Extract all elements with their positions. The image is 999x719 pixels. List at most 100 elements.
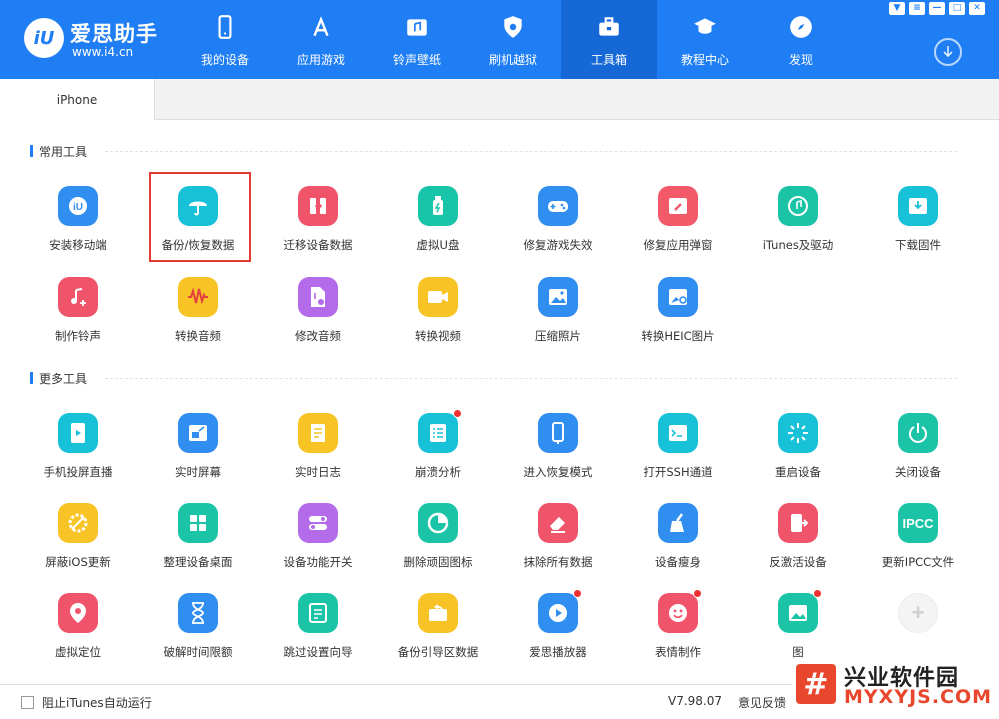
emoji-face-icon: [658, 589, 702, 633]
download-box-icon: [898, 186, 938, 226]
watermark-url: MYXYJS.COM: [844, 686, 993, 708]
tool-label: 表情制作: [655, 645, 701, 659]
close-button[interactable]: ✕: [969, 2, 985, 15]
skin-button[interactable]: ▼: [889, 2, 905, 15]
tool-gamepad[interactable]: 修复游戏失效: [508, 186, 608, 266]
tool-transfer[interactable]: 迁移设备数据: [268, 186, 368, 266]
icon-text: +: [911, 600, 925, 625]
nav-item-5[interactable]: 教程中心: [657, 0, 753, 79]
toggle-switch-icon: [298, 503, 338, 543]
tool-label: 跳过设置向导: [283, 645, 353, 659]
tool-usb-drive[interactable]: 虚拟U盘: [388, 186, 488, 266]
tool-photo[interactable]: 压缩照片: [508, 277, 608, 357]
section-bar: [30, 372, 33, 384]
tool-label: 转换视频: [415, 329, 461, 343]
nav-item-6[interactable]: 发现: [753, 0, 849, 79]
tool-waveform[interactable]: 转换音频: [148, 277, 248, 357]
tool-power[interactable]: 关闭设备: [868, 413, 968, 493]
tool-label: 虚拟定位: [55, 645, 101, 659]
broom-icon: [658, 503, 698, 543]
nav-label: 我的设备: [200, 53, 249, 67]
menu-button[interactable]: ≡: [909, 2, 925, 15]
tool-emoji-face[interactable]: 表情制作: [628, 589, 728, 673]
nav-label: 铃声壁纸: [392, 53, 441, 67]
tool-audio-file-gear[interactable]: 修改音频: [268, 277, 368, 357]
tool-skip-wizard[interactable]: 跳过设置向导: [268, 593, 368, 673]
svg-text:iU: iU: [73, 202, 83, 213]
deactivate-phone-icon: [778, 503, 818, 543]
section-common-title: 常用工具: [39, 144, 88, 159]
tool-label: 转换音频: [175, 329, 221, 343]
tool-play-button[interactable]: 爱思播放器: [508, 589, 608, 673]
tool-music-note-plus[interactable]: 制作铃声: [28, 277, 128, 357]
tool-label: 迁移设备数据: [283, 238, 353, 252]
tool-itunes[interactable]: iTunes及驱动: [748, 186, 848, 266]
tool-crash-report[interactable]: 崩溃分析: [388, 409, 488, 493]
tool-label: 转换HEIC图片: [641, 329, 715, 343]
usb-drive-icon: [418, 186, 458, 226]
tool-block-update-gear[interactable]: 屏蔽iOS更新: [28, 503, 128, 583]
tool-label: 备份引导区数据: [397, 645, 479, 659]
device-tab-bar: iPhone: [0, 79, 999, 120]
tool-label: 更新IPCC文件: [881, 555, 955, 569]
tool-label: 修改音频: [295, 329, 341, 343]
nav-item-3[interactable]: 刷机越狱: [465, 0, 561, 79]
maximize-button[interactable]: □: [949, 2, 965, 15]
tool-grid-apps[interactable]: 整理设备桌面: [148, 503, 248, 583]
tool-toggle-switch[interactable]: 设备功能开关: [268, 503, 368, 583]
tool-ipcc[interactable]: IPCC 更新IPCC文件: [868, 503, 968, 583]
tool-recovery-phone[interactable]: 进入恢复模式: [508, 413, 608, 493]
tool-i4-logo[interactable]: iU 安装移动端: [28, 186, 128, 266]
tool-label: 设备功能开关: [283, 555, 353, 569]
grid-apps-icon: [178, 503, 218, 543]
section-bar: [30, 145, 33, 157]
audio-file-gear-icon: [298, 277, 338, 317]
nav-label: 教程中心: [680, 53, 729, 67]
tool-label: 下载固件: [895, 238, 941, 252]
tool-label: 抹除所有数据: [523, 555, 593, 569]
minimize-button[interactable]: —: [929, 2, 945, 15]
add-plus-icon: +: [898, 593, 938, 633]
tab-iphone[interactable]: iPhone: [0, 79, 155, 120]
nav-item-4[interactable]: 工具箱: [561, 0, 657, 79]
wrench-window-icon: [658, 186, 698, 226]
tool-label: 崩溃分析: [415, 465, 461, 479]
tool-log-document[interactable]: 实时日志: [268, 413, 368, 493]
download-manager-icon[interactable]: [934, 38, 962, 66]
tool-screen-cast[interactable]: 手机投屏直播: [28, 413, 128, 493]
location-pin-icon: [58, 593, 98, 633]
tool-download-box[interactable]: 下载固件: [868, 186, 968, 266]
window-controls: ▼ ≡ — □ ✕: [889, 2, 985, 15]
tool-label: 虚拟U盘: [416, 238, 460, 252]
tool-live-screen[interactable]: 实时屏幕: [148, 413, 248, 493]
tool-label: 实时日志: [295, 465, 341, 479]
new-badge: [573, 589, 582, 598]
nav-item-1[interactable]: 应用游戏: [273, 0, 369, 79]
block-itunes-checkbox[interactable]: [21, 696, 34, 709]
tool-restart-spark[interactable]: 重启设备: [748, 413, 848, 493]
tool-boot-backup[interactable]: 备份引导区数据: [388, 593, 488, 673]
pie-clock-icon: [418, 503, 458, 543]
logo-url: www.i4.cn: [72, 45, 134, 59]
tool-wrench-window[interactable]: 修复应用弹窗: [628, 186, 728, 266]
live-screen-icon: [178, 413, 218, 453]
tool-location-pin[interactable]: 虚拟定位: [28, 593, 128, 673]
tool-hourglass[interactable]: 破解时间限额: [148, 593, 248, 673]
tool-pie-clock[interactable]: 删除顽固图标: [388, 503, 488, 583]
tool-video-camera[interactable]: 转换视频: [388, 277, 488, 357]
tool-terminal[interactable]: 打开SSH通道: [628, 413, 728, 493]
tool-photo-convert[interactable]: 转换HEIC图片: [628, 277, 728, 357]
tool-deactivate-phone[interactable]: 反激活设备: [748, 503, 848, 583]
feedback-link[interactable]: 意见反馈: [738, 694, 786, 711]
tool-eraser[interactable]: 抹除所有数据: [508, 503, 608, 583]
main-nav: 我的设备 应用游戏 铃声壁纸 刷机越狱 工具箱 教程中心 发现: [177, 0, 849, 79]
nav-item-2[interactable]: 铃声壁纸: [369, 0, 465, 79]
new-badge: [813, 589, 822, 598]
section-common-tools: 常用工具: [30, 143, 87, 159]
nav-item-0[interactable]: 我的设备: [177, 0, 273, 79]
tool-broom[interactable]: 设备瘦身: [628, 503, 728, 583]
logo-name: 爱思助手: [70, 22, 158, 46]
block-itunes-label[interactable]: 阻止iTunes自动运行: [42, 694, 152, 711]
nav-label: 应用游戏: [296, 53, 345, 67]
skip-wizard-icon: [298, 593, 338, 633]
